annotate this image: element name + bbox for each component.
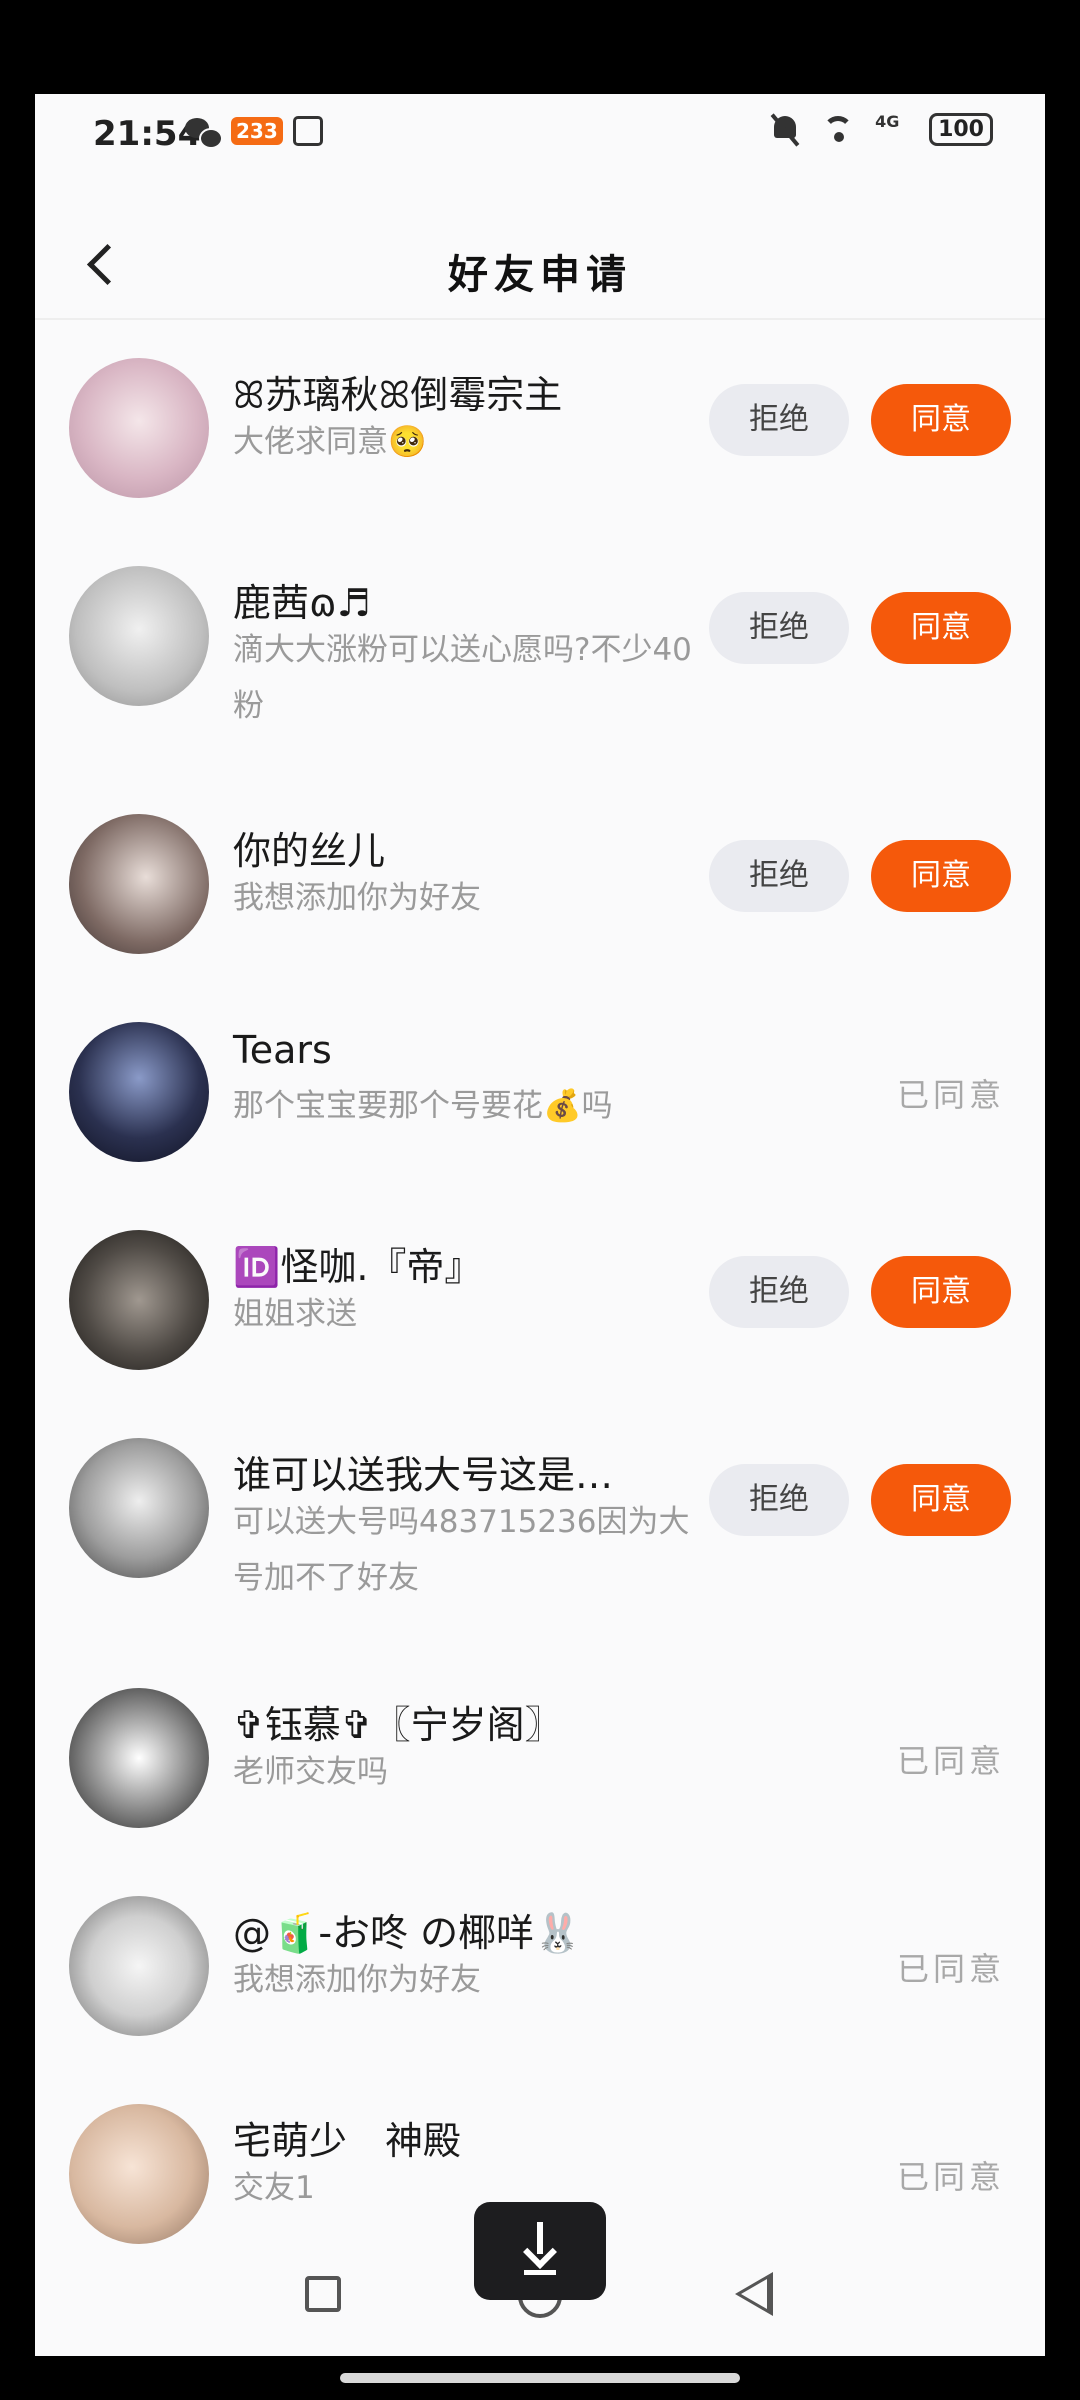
request-name: 宅萌少 神殿 [233,2119,462,2163]
request-message: 大佬求同意🥺 [233,424,427,460]
request-message: 姐姐求送 [233,1296,357,1332]
request-message: 那个宝宝要那个号要花💰吗 [233,1088,613,1124]
accepted-status: 已同意 [896,1950,1005,1988]
page-title: 好友申请 [448,252,632,298]
request-name: 你的丝儿 [233,829,386,873]
download-button[interactable] [474,2202,606,2300]
accepted-status: 已同意 [896,1076,1005,1114]
wechat-icon [185,114,223,149]
request-message: 我想添加你为好友 [233,1962,481,1998]
battery-indicator: 100 [929,112,993,146]
reject-button[interactable]: 拒绝 [709,1464,849,1536]
avatar[interactable] [69,1688,209,1828]
reject-button[interactable]: 拒绝 [709,1256,849,1328]
signal-icon: 4G [875,112,913,146]
request-name: 谁可以送我大号这是… [233,1453,614,1497]
network-type: 4G [875,112,900,131]
avatar[interactable] [69,358,209,498]
header-divider [35,318,1045,320]
status-bar: 21:54 233 4G 100 [35,94,1045,184]
reject-button[interactable]: 拒绝 [709,592,849,664]
avatar[interactable] [69,1230,209,1370]
app-screen: 21:54 233 4G 100 好友申请 ꕤ苏璃秋ꕤ倒霉宗主 大佬求同意🥺 拒… [35,94,1045,2356]
request-name: Tears [233,1028,332,1072]
accepted-status: 已同意 [896,2158,1005,2196]
avatar[interactable] [69,814,209,954]
avatar[interactable] [69,566,209,706]
app-notification-icon [292,116,323,146]
request-message: 滴大大涨粉可以送心愿吗?不少40粉 [233,632,692,724]
request-name: ꕤ苏璃秋ꕤ倒霉宗主 [233,373,563,417]
avatar[interactable] [69,2104,209,2244]
accept-button[interactable]: 同意 [871,1256,1011,1328]
request-name: @🧃-お咚 の椰咩🐰 [233,1911,582,1955]
request-name: ✞钰慕✞〖宁岁阁〗 [233,1703,563,1747]
request-message: 可以送大号吗483715236因为大号加不了好友 [233,1504,690,1596]
avatar[interactable] [69,1022,209,1162]
app-badge: 233 [231,117,283,145]
accept-button[interactable]: 同意 [871,592,1011,664]
request-message: 老师交友吗 [233,1754,388,1790]
avatar[interactable] [69,1438,209,1578]
request-message: 交友1 [233,2170,315,2206]
download-icon [520,2222,560,2278]
back-triangle-icon[interactable] [735,2272,773,2316]
reject-button[interactable]: 拒绝 [709,840,849,912]
request-name: 鹿茜ɷ♬ [233,581,371,625]
mute-icon [767,112,805,146]
request-name: 🆔怪咖.『帝』 [233,1245,483,1289]
wifi-icon [821,112,859,146]
accept-button[interactable]: 同意 [871,384,1011,456]
request-message: 我想添加你为好友 [233,880,481,916]
accept-button[interactable]: 同意 [871,840,1011,912]
accepted-status: 已同意 [896,1742,1005,1780]
reject-button[interactable]: 拒绝 [709,384,849,456]
home-indicator[interactable] [340,2373,740,2383]
accept-button[interactable]: 同意 [871,1464,1011,1536]
recents-square-icon[interactable] [305,2276,341,2312]
avatar[interactable] [69,1896,209,2036]
header: 好友申请 [35,214,1045,324]
